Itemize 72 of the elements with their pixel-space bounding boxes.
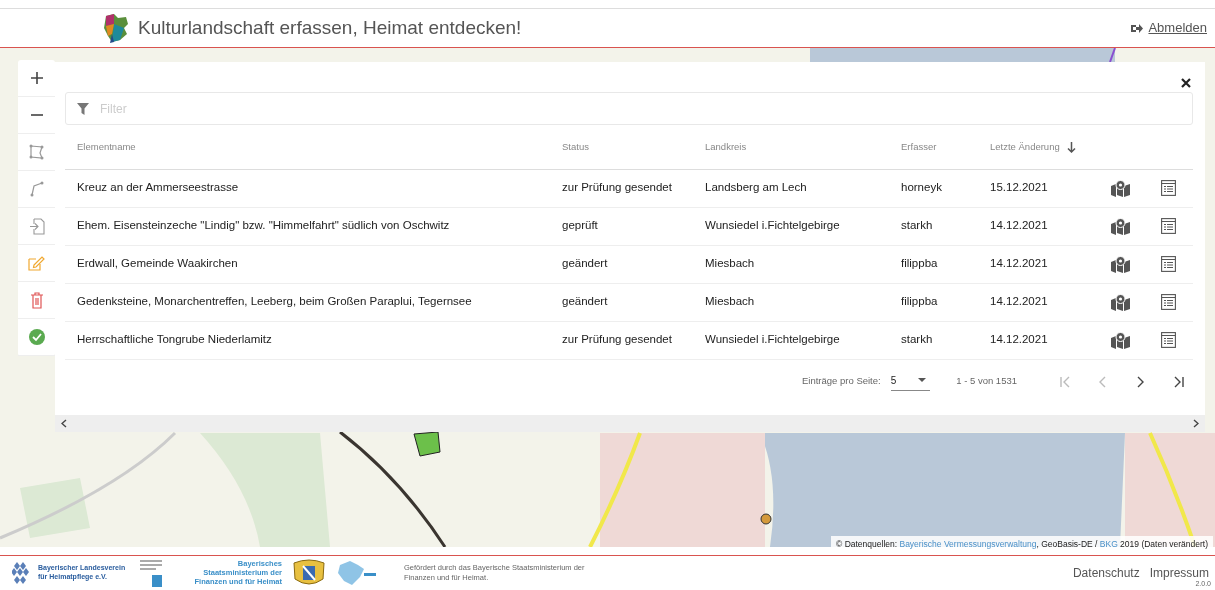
district: Wunsiedel i.Fichtelgebirge xyxy=(705,219,840,232)
attribution-link[interactable]: BKG xyxy=(1099,539,1118,550)
form-icon xyxy=(1161,256,1176,273)
footer-link[interactable]: Impressum xyxy=(1149,563,1209,582)
last-changed-date: 14.12.2021 xyxy=(990,257,1048,270)
column-header[interactable]: Erfasser xyxy=(901,140,937,152)
heimat-logo-icon xyxy=(336,558,376,587)
trash-icon xyxy=(29,291,44,309)
author: filippba xyxy=(901,295,938,308)
polyline-icon xyxy=(29,181,44,197)
coat-of-arms-icon xyxy=(290,558,328,587)
author: starkh xyxy=(901,333,933,346)
status: geändert xyxy=(562,257,608,270)
district: Miesbach xyxy=(705,295,755,308)
last-changed-date: 14.12.2021 xyxy=(990,219,1048,232)
column-header[interactable]: Letzte Änderung xyxy=(990,140,1076,152)
footer-link[interactable]: Datenschutz xyxy=(1072,563,1140,582)
caret-icon xyxy=(918,378,927,382)
page-size-label: Einträge pro Seite: xyxy=(802,374,881,389)
element-name: Kreuz an der Ammerseestrasse xyxy=(77,181,239,194)
horizontal-scrollbar[interactable] xyxy=(55,415,1205,432)
page-range: 1 - 5 von 1531 xyxy=(956,374,1017,389)
scroll-left-icon xyxy=(61,419,67,428)
close-icon xyxy=(1181,77,1191,88)
element-name: Erdwall, Gemeinde Waakirchen xyxy=(77,257,238,270)
district: Wunsiedel i.Fichtelgebirge xyxy=(705,333,840,346)
status: geprüft xyxy=(562,219,598,232)
column-header[interactable]: Elementname xyxy=(77,140,136,152)
author: starkh xyxy=(901,219,933,232)
column-header[interactable]: Status xyxy=(562,140,589,152)
column-header[interactable]: Landkreis xyxy=(705,140,747,152)
heritage-office-logo-icon xyxy=(138,558,164,587)
form-icon xyxy=(1161,332,1176,349)
last-changed-date: 14.12.2021 xyxy=(990,295,1048,308)
chevron-icon xyxy=(1174,375,1184,388)
logout-link[interactable]: Abmelden xyxy=(1131,18,1207,38)
page-size-select[interactable]: 5 xyxy=(890,372,931,391)
last-changed-date: 14.12.2021 xyxy=(990,333,1048,346)
map-pin-icon xyxy=(1111,217,1130,235)
chevron-icon xyxy=(1060,375,1070,388)
form-icon xyxy=(1161,218,1176,235)
edit-icon xyxy=(28,255,45,271)
polygon-icon xyxy=(29,144,44,160)
app-title: Kulturlandschaft erfassen, Heimat entdecken! xyxy=(138,15,522,40)
import-icon xyxy=(28,217,45,235)
district: Landsberg am Lech xyxy=(705,181,807,194)
status: geändert xyxy=(562,295,608,308)
district: Miesbach xyxy=(705,257,755,270)
scroll-right-icon xyxy=(1193,419,1199,428)
logout-icon xyxy=(1131,22,1144,34)
element-name: Ehem. Eisensteinzeche "Lindig" bzw. "Himmelfahrt" südlich von Oschwitz xyxy=(77,219,450,232)
location-marker[interactable] xyxy=(760,513,772,525)
chevron-icon xyxy=(1136,375,1146,388)
map-pin-icon xyxy=(1111,293,1130,311)
map-pin-icon xyxy=(1111,331,1130,349)
map-pin-icon xyxy=(1111,179,1130,197)
diamond-logo-icon xyxy=(12,561,30,584)
form-icon xyxy=(1161,294,1176,311)
sort-arrow-icon xyxy=(1066,141,1076,153)
map-pin-icon xyxy=(1111,255,1130,273)
filter-icon xyxy=(77,103,89,115)
form-icon xyxy=(1161,180,1176,197)
element-name: Herrschaftliche Tongrube Niederlamitz xyxy=(77,333,272,346)
checkmark-icon xyxy=(28,329,45,345)
element-name: Gedenksteine, Monarchentreffen, Leeberg, beim Großen Paraplui, Tegernsee xyxy=(77,295,472,308)
zoom-in-icon xyxy=(29,71,44,85)
status: zur Prüfung gesendet xyxy=(562,181,672,194)
author: filippba xyxy=(901,257,938,270)
chevron-icon xyxy=(1098,375,1108,388)
author: horneyk xyxy=(901,181,942,194)
last-changed-date: 15.12.2021 xyxy=(990,181,1048,194)
status: zur Prüfung gesendet xyxy=(562,333,672,346)
